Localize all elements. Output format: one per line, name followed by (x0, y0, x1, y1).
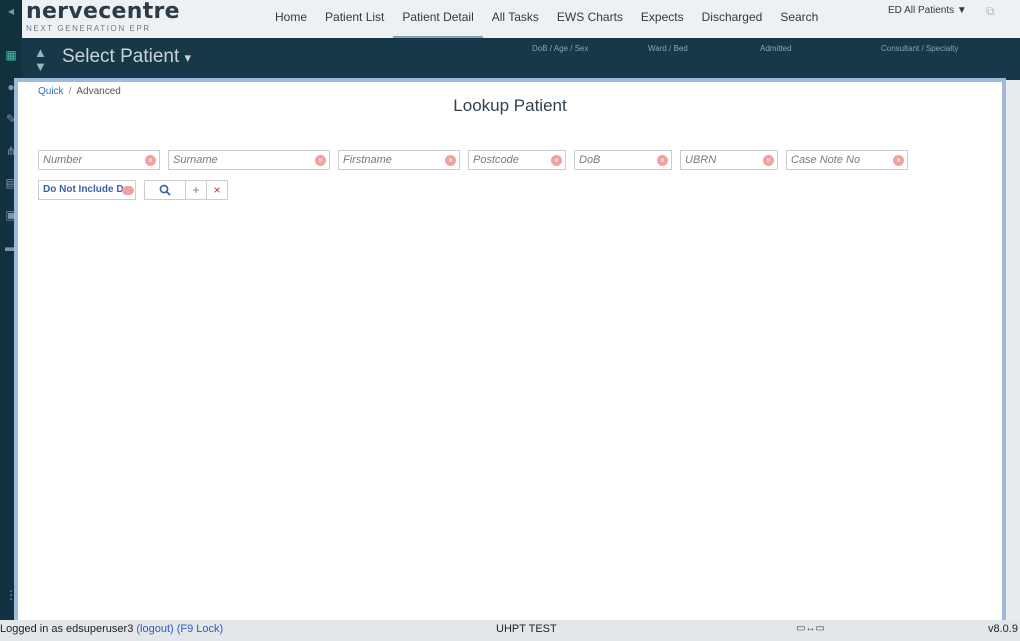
clear-postcode-icon[interactable]: × (551, 155, 562, 166)
nav-expects[interactable]: Expects (632, 0, 693, 38)
dob-age-sex-header: DoB / Age / Sex (532, 44, 589, 53)
status-bar: Logged in as edsuperuser3 (logout) (F9 L… (0, 620, 1020, 641)
clear-firstname-icon[interactable]: × (445, 155, 456, 166)
nav-home[interactable]: Home (266, 0, 316, 38)
select-patient-label: Select Patient (62, 46, 180, 67)
back-icon[interactable]: ◂ (3, 4, 19, 18)
main-nav: Home Patient List Patient Detail All Tas… (266, 0, 827, 38)
ward-bed-header: Ward / Bed (648, 44, 688, 53)
patient-header-bar: ▲ ▼ Select Patient ▾ DoB / Age / Sex Ward… (22, 38, 1020, 80)
logout-link[interactable]: (logout) (136, 623, 173, 635)
lock-link[interactable]: (F9 Lock) (177, 623, 223, 635)
number-input[interactable] (39, 151, 159, 169)
nav-patient-list[interactable]: Patient List (316, 0, 393, 38)
search-icon (159, 184, 171, 196)
chevron-down-icon: ▾ (184, 50, 192, 65)
clear-case-note-icon[interactable]: × (893, 155, 904, 166)
clear-surname-icon[interactable]: × (315, 155, 326, 166)
toggle-icon[interactable] (122, 186, 134, 195)
surname-field: × (168, 150, 330, 170)
number-field: × (38, 150, 160, 170)
search-button[interactable] (145, 181, 186, 199)
nav-search[interactable]: Search (771, 0, 827, 38)
do-not-include-filter[interactable]: Do Not Include D (38, 180, 136, 200)
firstname-input[interactable] (339, 151, 459, 169)
clear-number-icon[interactable]: × (145, 155, 156, 166)
nav-discharged[interactable]: Discharged (693, 0, 772, 38)
logo-main-text: nervecentre (26, 0, 180, 24)
clear-button[interactable]: × (207, 181, 227, 199)
search-button-group: + × (144, 180, 228, 200)
ward-selector[interactable]: ED All Patients ▼ (888, 5, 967, 16)
do-not-include-label: Do Not Include D (43, 184, 124, 195)
firstname-field: × (338, 150, 460, 170)
case-note-input[interactable] (787, 151, 907, 169)
select-patient-dropdown[interactable]: Select Patient ▾ (62, 46, 191, 68)
connection-icon: ▭↔▭ (796, 623, 825, 634)
admitted-header: Admitted (760, 44, 792, 53)
case-note-field: × (786, 150, 908, 170)
nav-patient-detail[interactable]: Patient Detail (393, 0, 483, 38)
consultant-specialty-header: Consultant / Specialty (881, 44, 959, 53)
postcode-field: × (468, 150, 566, 170)
logo-sub-text: NEXT GENERATION EPR (26, 24, 151, 33)
environment-label: UHPT TEST (496, 623, 557, 635)
clear-dob-icon[interactable]: × (657, 155, 668, 166)
lookup-patient-dialog: Quick/Advanced Lookup Patient × × × × × … (14, 78, 1006, 624)
login-info: Logged in as edsuperuser3 (logout) (F9 L… (0, 623, 223, 635)
ubrn-field: × (680, 150, 778, 170)
top-navigation-bar: nervecentre NEXT GENERATION EPR Home Pat… (22, 0, 1020, 39)
nav-all-tasks[interactable]: All Tasks (483, 0, 548, 38)
nervecentre-logo: nervecentre NEXT GENERATION EPR (26, 0, 180, 34)
surname-input[interactable] (169, 151, 329, 169)
add-button[interactable]: + (186, 181, 207, 199)
dialog-title: Lookup Patient (453, 96, 567, 115)
tracking-board-icon[interactable]: ▦ (3, 48, 19, 62)
version-label: v8.0.9 (988, 623, 1018, 635)
logged-in-text: Logged in as edsuperuser3 (0, 623, 134, 635)
window-restore-icon[interactable]: ⧉ (986, 4, 1000, 18)
clear-ubrn-icon[interactable]: × (763, 155, 774, 166)
dob-field: × (574, 150, 672, 170)
patient-nav-arrows[interactable]: ▲ ▼ (34, 46, 47, 74)
nav-ews-charts[interactable]: EWS Charts (548, 0, 632, 38)
